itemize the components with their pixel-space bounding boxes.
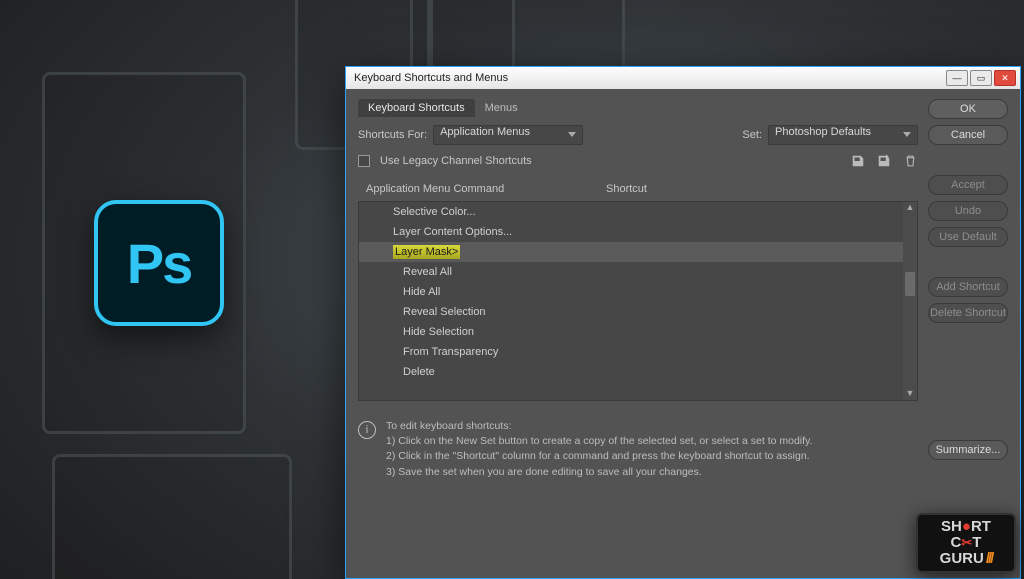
accept-button[interactable]: Accept: [928, 175, 1008, 195]
watermark-line: GURU///: [940, 551, 993, 567]
use-default-button[interactable]: Use Default: [928, 227, 1008, 247]
col-command: Application Menu Command: [366, 183, 606, 195]
info-icon: i: [358, 421, 376, 439]
shortcuts-for-label: Shortcuts For:: [358, 129, 427, 141]
watermark-line: SH●RT: [941, 519, 991, 535]
set-select[interactable]: Photoshop Defaults: [768, 125, 918, 145]
use-legacy-label: Use Legacy Channel Shortcuts: [380, 155, 532, 167]
set-toolbar: [850, 153, 918, 169]
use-legacy-checkbox[interactable]: [358, 155, 370, 167]
list-item[interactable]: Selective Color...: [359, 202, 903, 222]
list-item[interactable]: Layer Mask>: [359, 242, 903, 262]
shortcuts-for-select[interactable]: Application Menus: [433, 125, 583, 145]
command-list: Selective Color... Layer Content Options.…: [358, 201, 918, 401]
set-value: Photoshop Defaults: [775, 126, 871, 138]
list-item[interactable]: Reveal All: [359, 262, 903, 282]
list-item[interactable]: From Transparency: [359, 342, 903, 362]
row-legacy: Use Legacy Channel Shortcuts: [358, 153, 918, 169]
tabs: Keyboard Shortcuts Menus: [358, 99, 918, 117]
new-set-icon[interactable]: [876, 153, 892, 169]
summarize-button[interactable]: Summarize...: [928, 440, 1008, 460]
chevron-down-icon: [903, 132, 911, 137]
undo-button[interactable]: Undo: [928, 201, 1008, 221]
info-line: 1) Click on the New Set button to create…: [386, 434, 812, 449]
row-shortcuts-for: Shortcuts For: Application Menus Set: Ph…: [358, 125, 918, 145]
scroll-down-icon[interactable]: ▼: [905, 388, 915, 400]
photoshop-app-icon: Ps: [94, 200, 224, 326]
info-line: 3) Save the set when you are done editin…: [386, 465, 812, 480]
chevron-down-icon: [568, 132, 576, 137]
set-label: Set:: [742, 129, 762, 141]
dialog-body: Keyboard Shortcuts Menus Shortcuts For: …: [346, 89, 1020, 578]
info-panel: i To edit keyboard shortcuts: 1) Click o…: [358, 419, 918, 480]
col-shortcut: Shortcut: [606, 183, 910, 195]
list-item-label: Selective Color...: [393, 206, 476, 218]
list-item[interactable]: Delete: [359, 362, 903, 382]
list-item-label: Layer Mask>: [393, 245, 460, 259]
list-item-label: Delete: [403, 366, 435, 378]
list-item[interactable]: Reveal Selection: [359, 302, 903, 322]
list-item-label: From Transparency: [403, 346, 498, 358]
dialog-title: Keyboard Shortcuts and Menus: [354, 72, 944, 84]
shortcuts-for-value: Application Menus: [440, 126, 530, 138]
scroll-up-icon[interactable]: ▲: [905, 202, 915, 214]
list-item-label: Reveal Selection: [403, 306, 486, 318]
list-item-label: Hide Selection: [403, 326, 474, 338]
tab-menus[interactable]: Menus: [475, 99, 528, 117]
tab-keyboard-shortcuts[interactable]: Keyboard Shortcuts: [358, 99, 475, 117]
bg-box: [52, 454, 292, 579]
dialog-main: Keyboard Shortcuts Menus Shortcuts For: …: [358, 99, 918, 570]
minimize-button[interactable]: —: [946, 70, 968, 86]
close-button[interactable]: ✕: [994, 70, 1016, 86]
maximize-button[interactable]: ▭: [970, 70, 992, 86]
info-line: 2) Click in the "Shortcut" column for a …: [386, 449, 812, 464]
list-item[interactable]: Hide Selection: [359, 322, 903, 342]
watermark-line: C✂T: [951, 535, 982, 551]
watermark-badge: SH●RT C✂T GURU///: [916, 513, 1016, 573]
info-title: To edit keyboard shortcuts:: [386, 419, 812, 434]
list-item[interactable]: Hide All: [359, 282, 903, 302]
dialog-side: OK Cancel Accept Undo Use Default Add Sh…: [918, 99, 1008, 570]
cancel-button[interactable]: Cancel: [928, 125, 1008, 145]
photoshop-app-icon-label: Ps: [127, 231, 192, 296]
scrollbar-thumb[interactable]: [905, 272, 915, 296]
keyboard-shortcuts-dialog: Keyboard Shortcuts and Menus — ▭ ✕ Keybo…: [345, 66, 1021, 579]
add-shortcut-button[interactable]: Add Shortcut: [928, 277, 1008, 297]
scrollbar[interactable]: ▲ ▼: [903, 202, 917, 400]
list-item-label: Layer Content Options...: [393, 226, 512, 238]
trash-icon[interactable]: [902, 153, 918, 169]
titlebar[interactable]: Keyboard Shortcuts and Menus — ▭ ✕: [346, 67, 1020, 89]
table-header: Application Menu Command Shortcut: [358, 177, 918, 201]
delete-shortcut-button[interactable]: Delete Shortcut: [928, 303, 1008, 323]
ok-button[interactable]: OK: [928, 99, 1008, 119]
list-item-label: Reveal All: [403, 266, 452, 278]
save-set-icon[interactable]: [850, 153, 866, 169]
list-item[interactable]: Layer Content Options...: [359, 222, 903, 242]
list-item-label: Hide All: [403, 286, 440, 298]
info-text: To edit keyboard shortcuts: 1) Click on …: [386, 419, 812, 480]
